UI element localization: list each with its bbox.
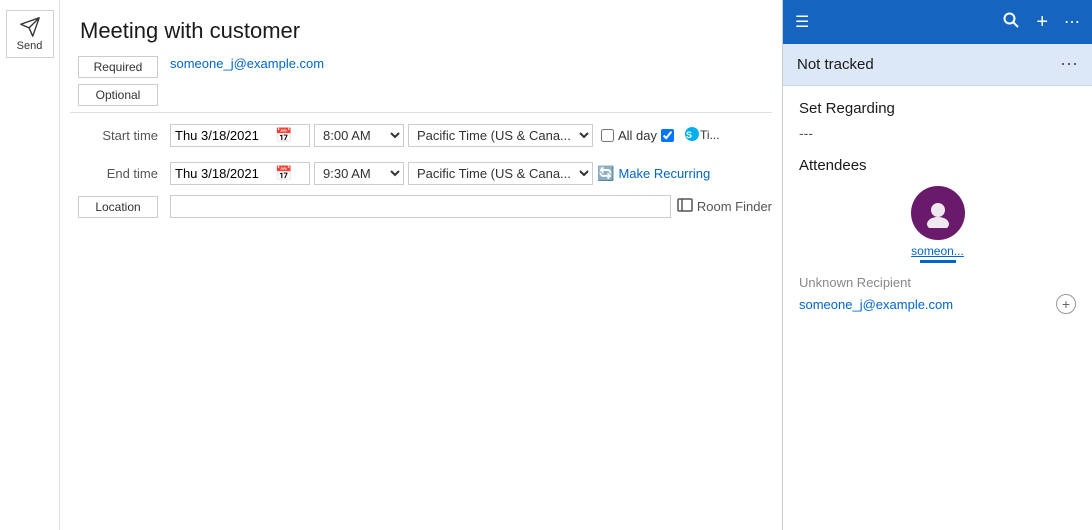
unknown-recipient-section: Unknown Recipient someone_j@example.com … (799, 275, 1076, 314)
send-button[interactable]: Send (6, 10, 54, 58)
unknown-email-row: someone_j@example.com + (799, 294, 1076, 314)
set-regarding-label: Set Regarding (799, 100, 1076, 117)
header-left-icons: ☰ (795, 12, 809, 32)
search-icon[interactable] (1002, 11, 1020, 34)
divider-1 (70, 112, 772, 113)
end-timezone-select[interactable]: Pacific Time (US & Cana... (408, 162, 593, 185)
required-label-col: Required (70, 56, 170, 78)
location-input[interactable] (170, 195, 671, 218)
hamburger-icon[interactable]: ☰ (795, 12, 809, 32)
start-date-input[interactable] (175, 128, 275, 143)
optional-row: Optional (70, 84, 772, 106)
room-finder-button[interactable]: Room Finder (677, 197, 772, 216)
attendee-name[interactable]: someon... (911, 244, 964, 258)
form-section: Meeting with customer Required someone_j… (60, 0, 782, 530)
room-finder-icon (677, 197, 693, 216)
not-tracked-bar: Not tracked ⋯ (783, 44, 1092, 86)
allday-group: All day (601, 128, 657, 143)
end-date-input[interactable] (175, 166, 275, 181)
location-row: Location Room Finder (70, 195, 772, 218)
optional-label-col: Optional (70, 84, 170, 106)
end-time-label: End time (70, 166, 170, 181)
send-panel: Send (0, 0, 60, 530)
right-header: ☰ + ⋯ (783, 0, 1092, 44)
location-button[interactable]: Location (78, 196, 158, 218)
start-calendar-icon[interactable]: 📅 (275, 127, 292, 144)
room-finder-label: Room Finder (697, 199, 772, 214)
send-label: Send (17, 40, 43, 52)
required-button[interactable]: Required (78, 56, 158, 78)
add-icon[interactable]: + (1036, 11, 1048, 34)
title-row: Meeting with customer (80, 10, 772, 56)
unknown-recipient-title: Unknown Recipient (799, 275, 1076, 290)
optional-button[interactable]: Optional (78, 84, 158, 106)
start-timezone-select[interactable]: Pacific Time (US & Cana... (408, 124, 593, 147)
svg-text:S: S (686, 130, 692, 140)
not-tracked-text: Not tracked (797, 56, 874, 73)
right-content: Set Regarding --- Attendees someon... Un… (783, 86, 1092, 530)
make-recurring-button[interactable]: 🔄 Make Recurring (597, 165, 710, 182)
unknown-email[interactable]: someone_j@example.com (799, 297, 953, 312)
compose-area: Meeting with customer Required someone_j… (60, 0, 782, 530)
allday-label[interactable]: All day (618, 128, 657, 143)
start-time-label: Start time (70, 128, 170, 143)
end-time-row: End time 📅 9:30 AM Pacific Time (US & Ca… (70, 157, 772, 189)
make-recurring-label: Make Recurring (618, 166, 710, 181)
end-time-select[interactable]: 9:30 AM (314, 162, 404, 185)
attendees-heading: Attendees (799, 157, 1076, 174)
skype-icon: S (684, 126, 700, 145)
header-right-icons: + ⋯ (1002, 11, 1080, 34)
attendee-underline (920, 260, 956, 263)
start-date-input-group[interactable]: 📅 (170, 124, 310, 147)
more-options-icon[interactable]: ⋯ (1060, 54, 1078, 75)
right-panel: ☰ + ⋯ Not tracked ⋯ Set Regarding --- At… (782, 0, 1092, 530)
add-recipient-icon[interactable]: + (1056, 294, 1076, 314)
avatar (911, 186, 965, 240)
skype-label: Ti... (700, 128, 720, 142)
required-email: someone_j@example.com (170, 56, 772, 71)
recurring-icon: 🔄 (597, 165, 614, 182)
start-time-select[interactable]: 8:00 AM (314, 124, 404, 147)
skype-group: S Ti... (661, 126, 720, 145)
end-date-input-group[interactable]: 📅 (170, 162, 310, 185)
allday-checkbox[interactable] (601, 129, 614, 142)
end-calendar-icon[interactable]: 📅 (275, 165, 292, 182)
ellipsis-icon[interactable]: ⋯ (1064, 12, 1080, 32)
start-time-row: Start time 📅 8:00 AM Pacific Time (US & … (70, 119, 772, 151)
regarding-value: --- (799, 125, 1076, 141)
required-row: Required someone_j@example.com (70, 56, 772, 78)
skype-checkbox[interactable] (661, 129, 674, 142)
attendee-card: someon... (799, 186, 1076, 263)
meeting-title: Meeting with customer (80, 18, 300, 44)
